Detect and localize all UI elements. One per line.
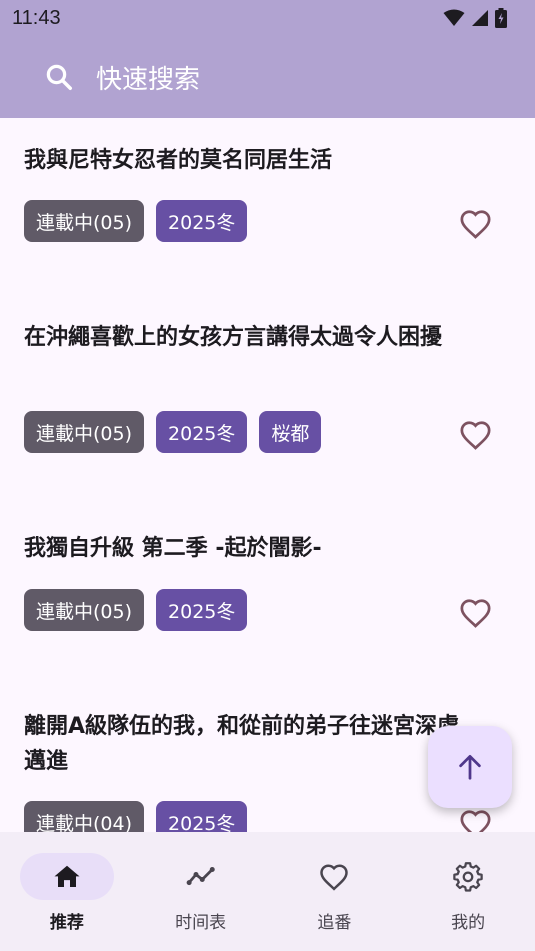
cell-signal-icon — [472, 10, 488, 26]
nav-item-mine[interactable]: 我的 — [401, 832, 535, 951]
arrow-up-icon — [459, 755, 481, 780]
item-title: 我獨自升級 第二季 -起於闇影- — [24, 536, 322, 561]
anime-list[interactable]: 我與尼特女忍者的莫名同居生活 連載中(05) 2025冬 在沖繩喜歡上的女孩方言… — [0, 118, 535, 832]
tag-group: 連載中(05) 2025冬 — [24, 200, 248, 242]
status-tag: 連載中(05) — [24, 411, 145, 453]
nav-label: 追番 — [317, 913, 352, 933]
nav-label: 推荐 — [49, 913, 84, 933]
favorite-heart-icon[interactable] — [459, 209, 492, 239]
heart-icon — [320, 864, 349, 891]
wifi-icon — [443, 9, 465, 26]
season-tag: 2025冬 — [156, 801, 248, 832]
status-time: 11:43 — [12, 6, 61, 29]
search-placeholder: 快速搜索 — [96, 64, 201, 95]
nav-item-recommend[interactable]: 推荐 — [0, 832, 134, 951]
search-icon — [46, 64, 72, 90]
scroll-to-top-button[interactable] — [428, 726, 512, 808]
search-bar[interactable]: 快速搜索 — [0, 36, 535, 118]
bottom-navigation: 推荐 时间表 追番 我的 — [0, 832, 535, 951]
tag-group: 連載中(05) 2025冬 — [24, 589, 248, 631]
tag-group: 連載中(04) 2025冬 — [24, 801, 248, 832]
item-title: 在沖繩喜歡上的女孩方言講得太過令人困擾 — [24, 325, 443, 350]
status-icons — [443, 8, 507, 28]
status-tag: 連載中(04) — [24, 801, 145, 832]
favorite-heart-icon[interactable] — [459, 809, 492, 832]
nav-label: 时间表 — [175, 913, 227, 933]
favorite-heart-icon[interactable] — [459, 420, 492, 450]
settings-icon — [453, 862, 483, 892]
season-tag: 2025冬 — [156, 411, 248, 453]
nav-label: 我的 — [451, 913, 486, 933]
battery-icon — [495, 8, 507, 28]
status-bar: 11:43 — [0, 0, 535, 36]
timeline-icon — [186, 867, 215, 886]
status-tag: 連載中(05) — [24, 200, 145, 242]
tag-group: 連載中(05) 2025冬 桜都 — [24, 411, 322, 453]
subgroup-tag: 桜都 — [259, 411, 322, 453]
home-icon — [54, 865, 80, 887]
item-title: 我與尼特女忍者的莫名同居生活 — [24, 148, 333, 173]
season-tag: 2025冬 — [156, 200, 248, 242]
item-title: 離開A級隊伍的我，和從前的弟子往迷宮深處邁進 — [24, 714, 460, 774]
status-tag: 連載中(05) — [24, 589, 145, 631]
nav-item-schedule[interactable]: 时间表 — [134, 832, 268, 951]
favorite-heart-icon[interactable] — [459, 598, 492, 628]
season-tag: 2025冬 — [156, 589, 248, 631]
nav-item-following[interactable]: 追番 — [268, 832, 402, 951]
